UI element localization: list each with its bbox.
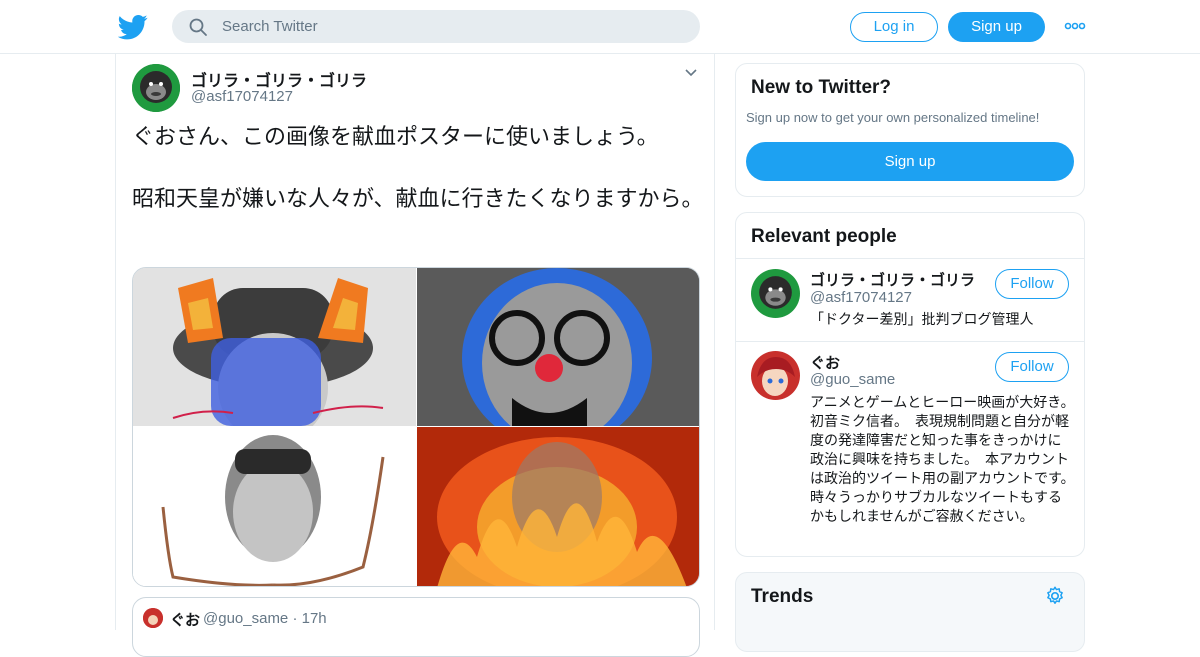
tweet-column: ゴリラ・ゴリラ・ゴリラ @asf17074127 ぐおさん、この画像を献血ポスタ… [115, 54, 715, 657]
person-avatar-gorilla[interactable] [751, 269, 800, 318]
gear-icon[interactable] [1044, 585, 1066, 607]
trends-card: Trends [735, 572, 1085, 652]
tweet-text: ぐおさん、この画像を献血ポスターに使いましょう。 昭和天皇が嫌いな人々が、献血に… [132, 125, 704, 212]
person-handle[interactable]: @asf17074127 [810, 289, 912, 306]
signup-button[interactable]: Sign up [948, 12, 1045, 42]
media-image-cat-ears[interactable] [133, 268, 416, 426]
person-handle[interactable]: @guo_same [810, 371, 895, 388]
person-avatar-guo[interactable] [751, 351, 800, 400]
new-to-twitter-subtitle: Sign up now to get your own personalized… [746, 110, 1040, 125]
person-bio: 「ドクター差別」批判ブログ管理人 [810, 312, 1034, 328]
twitter-logo-icon[interactable] [118, 12, 148, 42]
author-handle[interactable]: @asf17074127 [191, 88, 293, 105]
top-navigation-bar: Log in Sign up [0, 0, 1200, 54]
follow-button[interactable]: Follow [995, 269, 1069, 299]
search-icon [189, 18, 207, 36]
quote-author-name[interactable]: ぐお [170, 609, 200, 630]
media-image-clown-face[interactable] [417, 268, 699, 426]
quote-author-handle[interactable]: @guo_same · 17h [203, 610, 327, 627]
relevant-people-title: Relevant people [751, 226, 897, 247]
new-to-twitter-title: New to Twitter? [751, 77, 892, 98]
quoted-tweet[interactable]: ぐお @guo_same · 17h [132, 597, 700, 657]
sidebar-signup-button[interactable]: Sign up [746, 142, 1074, 181]
author-avatar[interactable] [132, 64, 180, 112]
gorilla-avatar-image [132, 64, 180, 112]
new-to-twitter-card: New to Twitter? Sign up now to get your … [735, 63, 1085, 197]
divider [736, 258, 1084, 259]
quote-author-avatar[interactable] [143, 608, 163, 628]
person-bio: アニメとゲームとヒーロー映画が大好き。 初音ミク信者。 表現規制問題と自分が軽度… [810, 395, 1082, 525]
tweet-media-grid[interactable] [132, 267, 700, 587]
search-bar[interactable] [172, 10, 700, 43]
trends-title: Trends [751, 586, 814, 607]
divider [736, 341, 1084, 342]
login-button[interactable]: Log in [850, 12, 938, 42]
more-options-icon[interactable] [1064, 18, 1086, 34]
search-input[interactable] [222, 10, 682, 43]
person-name[interactable]: ぐお [810, 352, 840, 373]
media-image-fire[interactable] [417, 427, 699, 586]
follow-button[interactable]: Follow [995, 352, 1069, 382]
person-name[interactable]: ゴリラ・ゴリラ・ゴリラ [810, 269, 975, 290]
media-image-sketch-body[interactable] [133, 427, 416, 586]
relevant-people-card: Relevant people ゴリラ・ゴリラ・ゴリラ @asf17074127… [735, 212, 1085, 557]
chevron-down-icon[interactable] [684, 68, 698, 78]
